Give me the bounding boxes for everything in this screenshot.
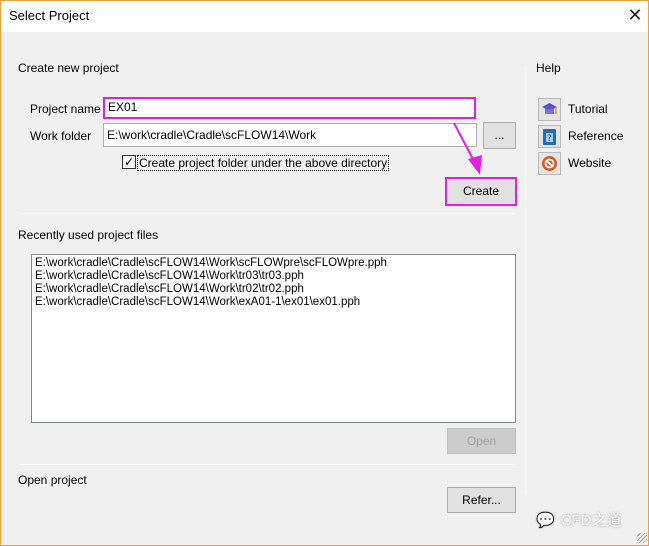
recent-files-list[interactable]: E:\work\cradle\Cradle\scFLOW14\Work\scFL… [31,254,516,423]
list-item[interactable]: E:\work\cradle\Cradle\scFLOW14\Work\exA0… [35,296,512,309]
wechat-icon: 💬 [536,511,555,529]
close-button[interactable]: ✕ [625,5,645,26]
list-item[interactable]: E:\work\cradle\Cradle\scFLOW14\Work\tr02… [35,283,512,296]
divider [18,213,515,214]
open-section-title: Open project [18,473,87,487]
annotation-arrow [453,122,482,175]
project-name-label: Project name [30,102,101,116]
help-tutorial-link[interactable]: Tutorial [568,102,608,116]
title-bar: Select Project ✕ [1,1,648,32]
open-button[interactable]: Open [447,428,516,454]
create-folder-checkbox[interactable]: ✓ [122,155,136,169]
resize-grip[interactable] [637,533,647,543]
watermark: 💬 CFD之道 [536,509,622,530]
select-project-dialog: Select Project ✕ Create new project Proj… [0,0,649,546]
watermark-text: CFD之道 [560,512,622,529]
list-item[interactable]: E:\work\cradle\Cradle\scFLOW14\Work\scFL… [35,257,512,270]
work-folder-label: Work folder [30,129,92,143]
web-icon[interactable] [538,152,561,175]
help-section-title: Help [536,61,561,75]
graduation-cap-icon[interactable] [538,98,561,121]
project-name-input[interactable]: EX01 [103,97,476,119]
help-website-link[interactable]: Website [568,156,611,170]
recent-section-title: Recently used project files [18,228,159,242]
refer-button[interactable]: Refer... [447,487,516,513]
create-button[interactable]: Create [445,177,517,206]
create-section-title: Create new project [18,61,119,75]
vertical-separator [525,67,526,495]
browse-button[interactable]: ... [483,122,516,149]
window-title: Select Project [9,8,90,23]
help-book-icon[interactable]: ? [538,125,561,148]
create-folder-checkbox-label[interactable]: Create project folder under the above di… [137,155,390,171]
svg-text:?: ? [547,134,552,144]
list-item[interactable]: E:\work\cradle\Cradle\scFLOW14\Work\tr03… [35,270,512,283]
work-folder-input[interactable]: E:\work\cradle\Cradle\scFLOW14\Work [103,123,477,147]
help-reference-link[interactable]: Reference [568,129,623,143]
divider [18,464,515,465]
